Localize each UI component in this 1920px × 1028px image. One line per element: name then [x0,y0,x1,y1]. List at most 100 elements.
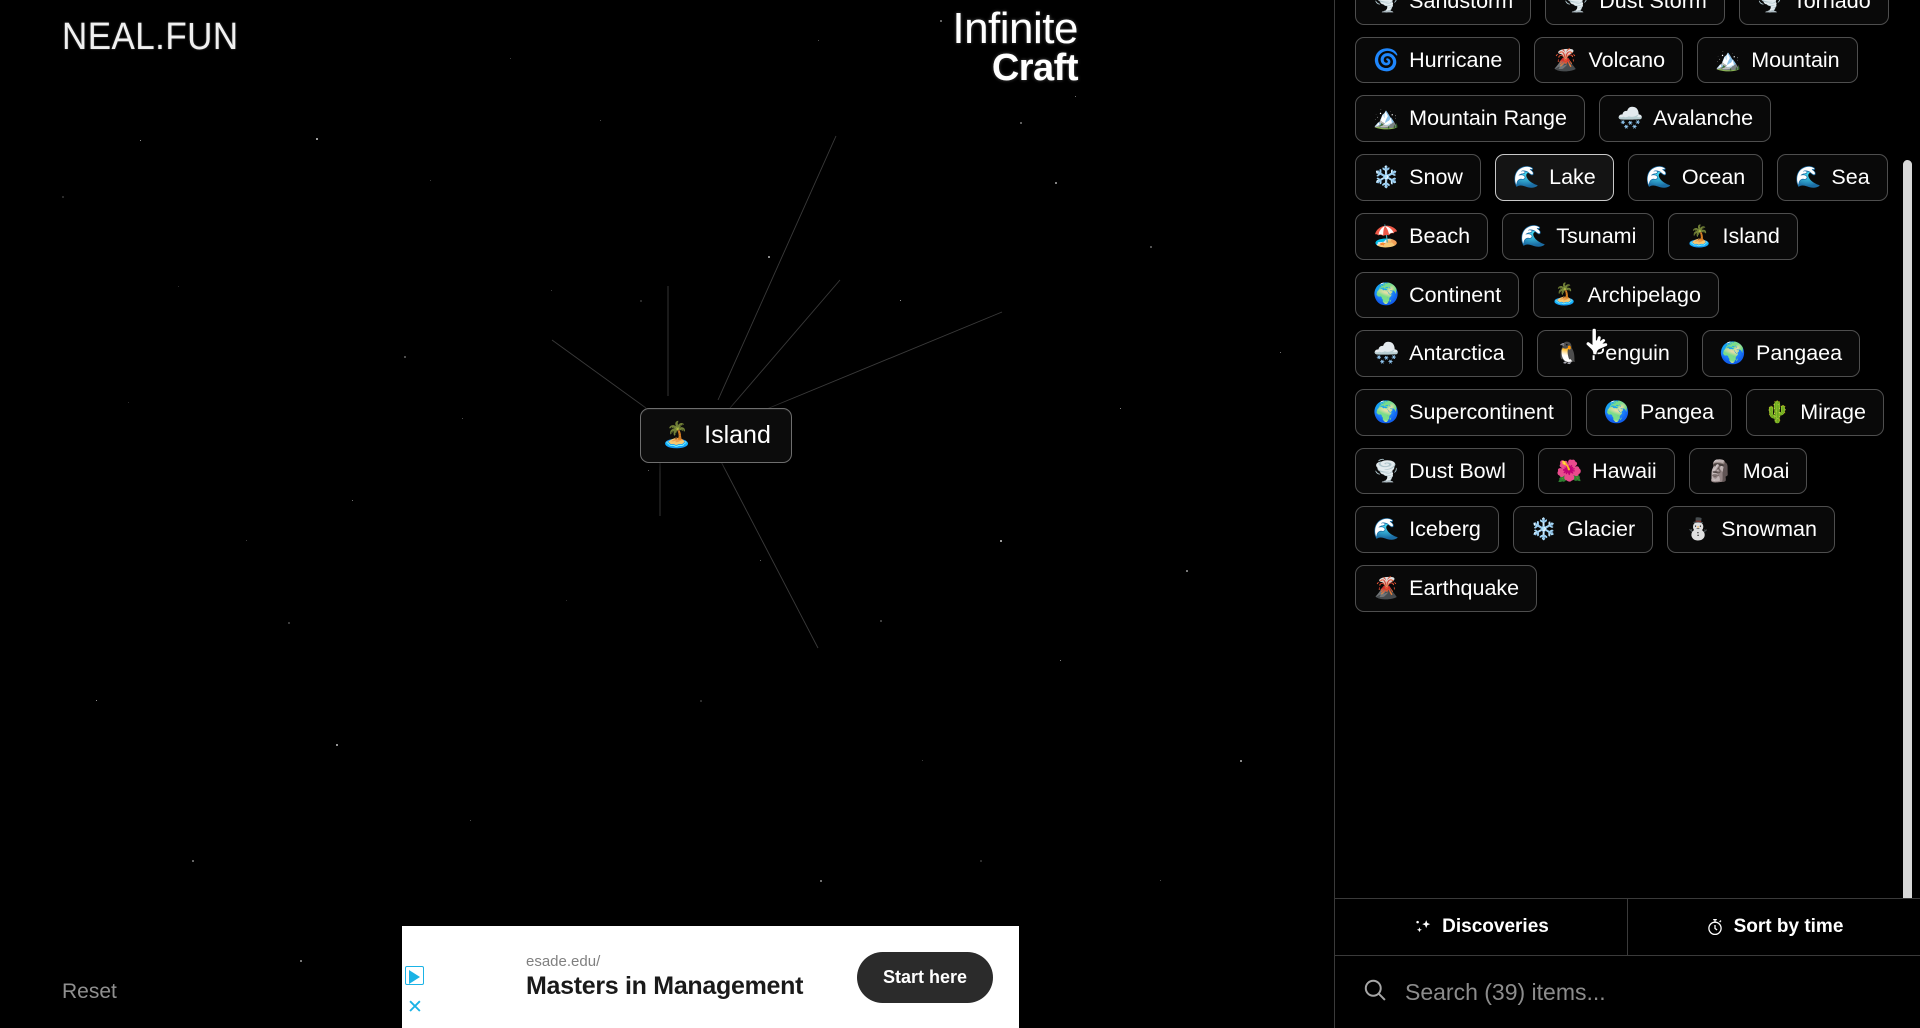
search-input[interactable] [1405,978,1894,1006]
canvas-node-label: Island [704,421,771,449]
element-chip-snow[interactable]: ❄️ Snow [1355,154,1481,201]
element-chip-hawaii[interactable]: 🌺 Hawaii [1537,447,1675,495]
element-chip-label: Mountain Range [1409,106,1567,131]
sidebar-scrollbar-thumb[interactable] [1903,160,1912,898]
search-icon [1361,976,1389,1009]
element-chip-continent[interactable]: 🌍 Continent [1355,271,1520,319]
element-chip-volcano[interactable]: 🌋 Volcano [1534,36,1684,84]
element-chip-label: Glacier [1567,517,1636,542]
star [1150,246,1152,248]
element-chip-glacier[interactable]: ❄️ Glacier [1512,506,1654,554]
reset-button[interactable]: Reset [62,980,117,1004]
elements-scroll-area[interactable]: 🌪️ Sandstorm 🌪️ Dust Storm 🌪️ Tornado 🌀 Hurrica… [1335,0,1920,898]
element-chip-iceberg[interactable]: 🌊 Iceberg [1355,506,1499,554]
star [768,256,770,258]
element-emoji-icon: 🌋 [1552,48,1579,72]
element-emoji-icon: 🏔️ [1373,107,1400,131]
neal-fun-logo[interactable]: NEAL.FUN [62,16,239,59]
star [820,880,823,883]
element-chip-label: Lake [1549,165,1596,190]
element-chip-pangaea[interactable]: 🌍 Pangaea [1701,330,1861,378]
star [640,300,643,303]
element-emoji-icon: 🌺 [1555,459,1583,483]
element-chip-label: Avalanche [1653,106,1754,131]
sidebar-tabs: Discoveries Sort by time [1335,898,1920,956]
element-emoji-icon: 🌪️ [1373,459,1400,483]
element-chip-label: Island [1722,223,1780,248]
element-chip-label: Sandstorm [1409,0,1514,13]
adchoices-controls[interactable]: ✕ [402,926,436,1028]
element-chip-ocean[interactable]: 🌊 Ocean [1627,154,1764,201]
element-chip-dust-storm[interactable]: 🌪️ Dust Storm [1545,0,1725,25]
element-chip-antarctica[interactable]: 🌨️ Antarctica [1355,330,1523,378]
element-chip-sea[interactable]: 🌊 Sea [1777,154,1888,201]
element-chip-snowman[interactable]: ⛄ Snowman [1667,506,1835,554]
element-emoji-icon: 🌊 [1373,518,1400,542]
element-chip-dust-bowl[interactable]: 🌪️ Dust Bowl [1355,447,1524,495]
element-chip-moai[interactable]: 🗿 Moai [1688,447,1808,495]
element-chip-label: Iceberg [1409,517,1481,542]
element-chip-earthquake[interactable]: 🌋 Earthquake [1355,565,1538,612]
star [1020,122,1023,125]
element-chip-label: Moai [1742,458,1790,483]
star [566,600,568,602]
element-chip-label: Antarctica [1409,341,1505,366]
element-emoji-icon: ❄️ [1530,518,1558,542]
crafting-canvas[interactable]: NEAL.FUN Infinite Craft 🏝️ Island Reset [0,0,1334,1028]
star [140,140,142,142]
element-chip-island[interactable]: 🏝️ Island [1668,212,1798,260]
element-chip-label: Hurricane [1409,47,1503,72]
element-chip-supercontinent[interactable]: 🌍 Supercontinent [1355,389,1572,436]
element-chip-mountain-range[interactable]: 🏔️ Mountain Range [1355,95,1585,143]
star [352,500,354,502]
element-chip-label: Ocean [1681,165,1746,190]
tab-sort-by-time[interactable]: Sort by time [1627,899,1920,955]
canvas-node-island[interactable]: 🏝️ Island [640,408,792,463]
close-icon[interactable]: ✕ [407,998,423,1017]
sidebar-scrollbar-track[interactable] [1903,0,1916,898]
element-chip-archipelago[interactable]: 🏝️ Archipelago [1533,271,1719,319]
element-chip-pangea[interactable]: 🌍 Pangea [1585,389,1733,436]
ad-url: esade.edu/ [526,953,601,970]
element-emoji-icon: 🌍 [1719,342,1746,366]
element-chip-beach[interactable]: 🏖️ Beach [1355,212,1489,260]
tab-discoveries[interactable]: Discoveries [1335,899,1627,955]
elements-sidebar: 🌪️ Sandstorm 🌪️ Dust Storm 🌪️ Tornado 🌀 Hurrica… [1334,0,1920,1028]
search-row[interactable] [1335,956,1920,1028]
star [178,286,180,288]
element-chip-tsunami[interactable]: 🌊 Tsunami [1502,212,1655,260]
star [192,860,194,862]
star [128,402,130,404]
element-chip-label: Beach [1409,223,1471,248]
element-emoji-icon: 🌍 [1373,283,1400,307]
element-emoji-icon: 🌊 [1520,224,1547,248]
element-emoji-icon: 🌊 [1512,166,1540,190]
star [551,290,553,292]
star [246,540,248,542]
ad-cta-button[interactable]: Start here [856,951,993,1003]
star [316,138,318,140]
element-chip-label: Sea [1831,165,1870,190]
node-edge-layer [551,135,1003,649]
element-chip-tornado[interactable]: 🌪️ Tornado [1738,0,1889,25]
star [760,560,762,562]
element-chip-hurricane[interactable]: 🌀 Hurricane [1355,36,1521,84]
element-chip-mirage[interactable]: 🌵 Mirage [1746,389,1884,436]
game-title-line-1: Infinite [952,4,1078,53]
star [1000,540,1002,542]
element-chip-penguin[interactable]: 🐧 Penguin [1536,330,1688,378]
stopwatch-icon [1705,917,1725,937]
ad-text-block: esade.edu/ Masters in Management [436,953,857,1001]
element-chip-label: Pangaea [1755,341,1843,366]
element-emoji-icon: 🌪️ [1373,0,1400,13]
element-chip-sandstorm[interactable]: 🌪️ Sandstorm [1355,0,1532,25]
ad-banner[interactable]: ✕ esade.edu/ Masters in Management Start… [402,926,1019,1028]
element-chip-mountain[interactable]: 🏔️ Mountain [1697,36,1858,84]
star [462,418,464,420]
element-emoji-icon: 🌋 [1373,577,1400,601]
island-emoji-icon: 🏝️ [661,421,693,449]
infinite-craft-app: NEAL.FUN Infinite Craft 🏝️ Island Reset … [0,0,1920,1028]
star [1055,182,1058,185]
element-chip-lake[interactable]: 🌊 Lake [1494,154,1614,201]
element-chip-avalanche[interactable]: 🌨️ Avalanche [1598,95,1772,143]
